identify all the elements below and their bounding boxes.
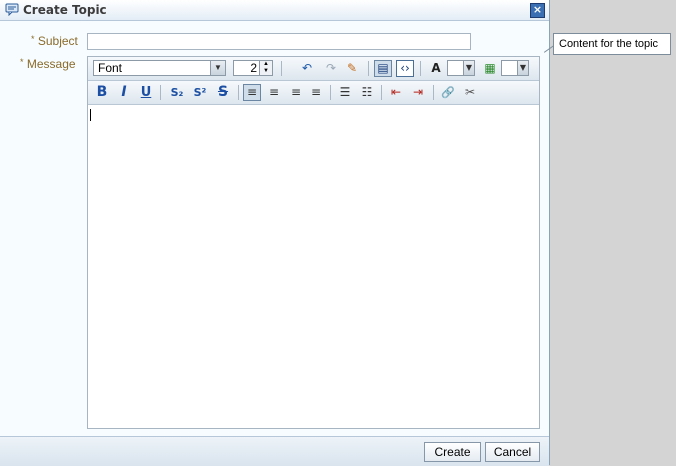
message-label-text: Message xyxy=(26,57,76,71)
font-select-value: Font xyxy=(98,61,123,75)
font-select[interactable]: Font ▼ xyxy=(93,60,226,76)
align-right-icon[interactable]: ≡ xyxy=(287,84,305,101)
font-size-value: 2 xyxy=(250,61,257,75)
unlink-icon[interactable]: ✂ xyxy=(461,84,479,101)
dialog-footer: Create Cancel xyxy=(0,436,549,466)
link-icon[interactable]: 🔗 xyxy=(439,84,457,101)
dialog-titlebar: Create Topic × xyxy=(0,0,549,21)
message-label: * Message xyxy=(20,57,76,71)
align-center-icon[interactable]: ≡ xyxy=(265,84,283,101)
toolbar-divider xyxy=(420,61,421,76)
subject-label-text: Subject xyxy=(37,34,78,48)
bold-icon[interactable]: B xyxy=(93,84,111,101)
dialog-title: Create Topic xyxy=(23,3,107,17)
eraser-icon[interactable]: ✎ xyxy=(343,60,361,77)
spin-arrows-icon[interactable]: ▲ ▼ xyxy=(259,61,272,75)
redo-icon[interactable]: ↷ xyxy=(322,60,340,77)
editor-toolbar-top: Font ▼ 2 ▲ ▼ ↶ ↷ ✎ ▤ ‹› A ▼ ▦ ▼ xyxy=(88,57,539,81)
undo-icon[interactable]: ↶ xyxy=(298,60,316,77)
chat-bubble-icon xyxy=(5,3,19,16)
editor-toolbar-bottom: B I U S₂ S² S ≡ ≡ ≡ ≡ ☰ ☷ ⇤ ⇥ 🔗 ✂ xyxy=(88,81,539,105)
toolbar-divider xyxy=(281,61,282,76)
italic-icon[interactable]: I xyxy=(115,84,133,101)
toolbar-divider xyxy=(368,61,369,76)
toolbar-divider xyxy=(238,85,239,100)
create-button[interactable]: Create xyxy=(424,442,481,462)
required-marker: * xyxy=(31,34,35,44)
strikethrough-icon[interactable]: S xyxy=(214,84,232,101)
toolbar-divider xyxy=(330,85,331,100)
toolbar-divider xyxy=(160,85,161,100)
chevron-down-icon: ▼ xyxy=(463,61,474,75)
subject-input[interactable] xyxy=(87,33,471,50)
font-size-stepper[interactable]: 2 ▲ ▼ xyxy=(233,60,273,76)
text-color-icon[interactable]: A xyxy=(427,60,445,77)
cancel-button[interactable]: Cancel xyxy=(485,442,540,462)
message-tooltip: Content for the topic xyxy=(553,33,671,55)
superscript-icon[interactable]: S² xyxy=(191,84,209,101)
rich-text-editor: Font ▼ 2 ▲ ▼ ↶ ↷ ✎ ▤ ‹› A ▼ ▦ ▼ B I U S₂… xyxy=(87,56,540,429)
chevron-down-icon: ▼ xyxy=(517,61,528,75)
justify-icon[interactable]: ≡ xyxy=(307,84,325,101)
outdent-icon[interactable]: ⇤ xyxy=(387,84,405,101)
chevron-down-icon: ▼ xyxy=(210,61,225,75)
subscript-icon[interactable]: S₂ xyxy=(168,84,186,101)
create-topic-dialog: Create Topic × * Subject * Message Font … xyxy=(0,0,550,466)
source-mode-icon[interactable]: ‹› xyxy=(396,60,414,77)
align-left-icon[interactable]: ≡ xyxy=(243,84,261,101)
bulleted-list-icon[interactable]: ☰ xyxy=(336,84,354,101)
text-caret xyxy=(90,109,91,121)
message-body[interactable] xyxy=(88,105,539,428)
subject-label: * Subject xyxy=(31,34,78,48)
toolbar-divider xyxy=(433,85,434,100)
close-icon[interactable]: × xyxy=(530,3,545,18)
required-marker: * xyxy=(20,57,24,67)
rich-text-mode-icon[interactable]: ▤ xyxy=(374,60,392,77)
text-color-select[interactable]: ▼ xyxy=(447,60,475,76)
background-color-select[interactable]: ▼ xyxy=(501,60,529,76)
numbered-list-icon[interactable]: ☷ xyxy=(358,84,376,101)
background-color-icon[interactable]: ▦ xyxy=(481,60,499,77)
underline-icon[interactable]: U xyxy=(137,84,155,101)
toolbar-divider xyxy=(381,85,382,100)
indent-icon[interactable]: ⇥ xyxy=(409,84,427,101)
